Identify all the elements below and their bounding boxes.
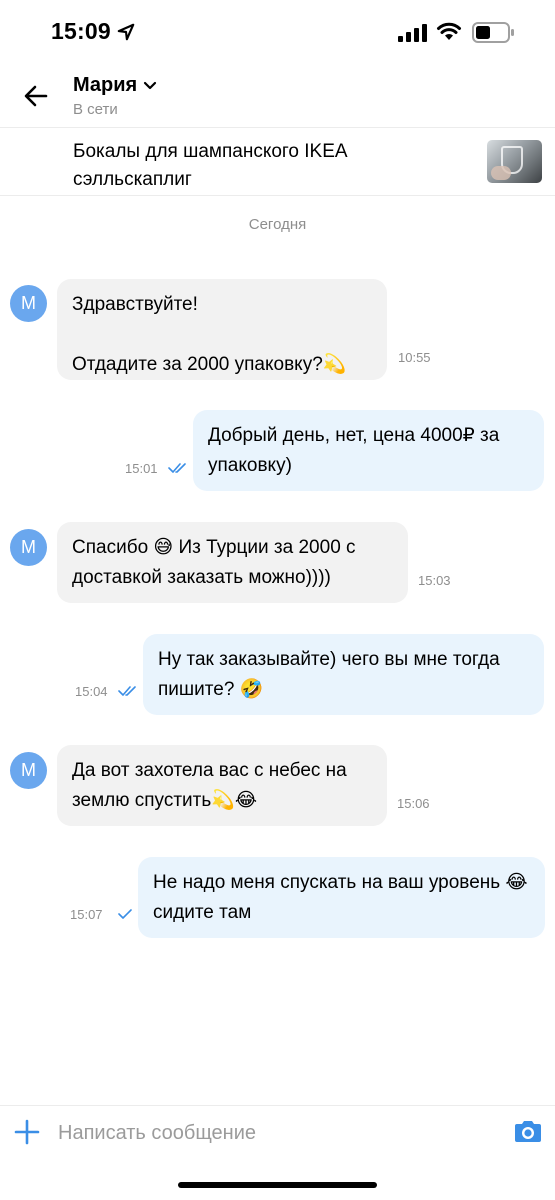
cellular-signal-icon xyxy=(398,24,427,42)
chat-header: Мария В сети xyxy=(0,66,555,128)
contact-status: В сети xyxy=(73,101,118,118)
incoming-message-bubble[interactable]: Здравствуйте! Отдадите за 2000 упаковку?… xyxy=(57,279,387,380)
sender-avatar[interactable]: М xyxy=(10,529,47,566)
incoming-message-bubble[interactable]: Да вот захотела вас с небес на землю спу… xyxy=(57,745,387,826)
message-text: Добрый день, нет, цена 4000₽ за упаковку… xyxy=(208,425,500,476)
sender-avatar[interactable]: М xyxy=(10,752,47,789)
double-check-icon xyxy=(168,463,186,473)
message-time: 15:01 xyxy=(125,461,158,476)
message-text: Не надо меня спускать на ваш уровень 😂 с… xyxy=(153,872,528,923)
message-time: 15:03 xyxy=(418,573,451,588)
message-text: Да вот захотела вас с небес на землю спу… xyxy=(72,760,347,811)
double-check-icon xyxy=(118,686,136,696)
message-input[interactable] xyxy=(58,1116,488,1150)
home-indicator[interactable] xyxy=(178,1182,377,1188)
message-time: 15:04 xyxy=(75,684,108,699)
location-arrow-icon xyxy=(117,23,135,40)
message-composer xyxy=(0,1105,555,1165)
listing-title: Бокалы для шампанского IKEA сэлльскаплиг xyxy=(73,141,347,190)
message-time: 15:07 xyxy=(70,907,103,922)
message-time: 15:06 xyxy=(397,796,430,811)
date-separator: Сегодня xyxy=(248,216,307,233)
outgoing-message-bubble[interactable]: Ну так заказывайте) чего вы мне тогда пи… xyxy=(143,634,544,715)
listing-thumbnail-hand xyxy=(491,166,511,180)
sender-avatar[interactable]: М xyxy=(10,285,47,322)
message-text: Ну так заказывайте) чего вы мне тогда пи… xyxy=(158,649,500,700)
camera-icon[interactable] xyxy=(514,1119,542,1143)
message-text: Здравствуйте! Отдадите за 2000 упаковку?… xyxy=(72,294,347,375)
incoming-message-bubble[interactable]: Спасибо 😅 Из Турции за 2000 с доставкой … xyxy=(57,522,408,603)
arrow-left-icon[interactable] xyxy=(20,80,52,112)
single-check-icon xyxy=(118,909,132,919)
outgoing-message-bubble[interactable]: Не надо меня спускать на ваш уровень 😂 с… xyxy=(138,857,545,938)
battery-icon xyxy=(472,22,514,43)
message-time: 10:55 xyxy=(398,350,431,365)
listing-thumbnail[interactable] xyxy=(487,140,542,183)
status-bar: 15:09 xyxy=(0,0,555,66)
outgoing-message-bubble[interactable]: Добрый день, нет, цена 4000₽ за упаковку… xyxy=(193,410,544,491)
message-text: Спасибо 😅 Из Турции за 2000 с доставкой … xyxy=(72,537,356,588)
status-time: 15:09 xyxy=(51,18,135,45)
contact-name: Мария xyxy=(73,74,138,96)
chevron-down-icon xyxy=(144,81,157,89)
contact-name-button[interactable]: Мария xyxy=(73,74,157,97)
wifi-icon xyxy=(437,22,461,40)
status-time-text: 15:09 xyxy=(51,18,111,44)
plus-icon[interactable] xyxy=(14,1119,40,1145)
listing-bar[interactable]: Бокалы для шампанского IKEA сэлльскаплиг xyxy=(0,128,555,196)
